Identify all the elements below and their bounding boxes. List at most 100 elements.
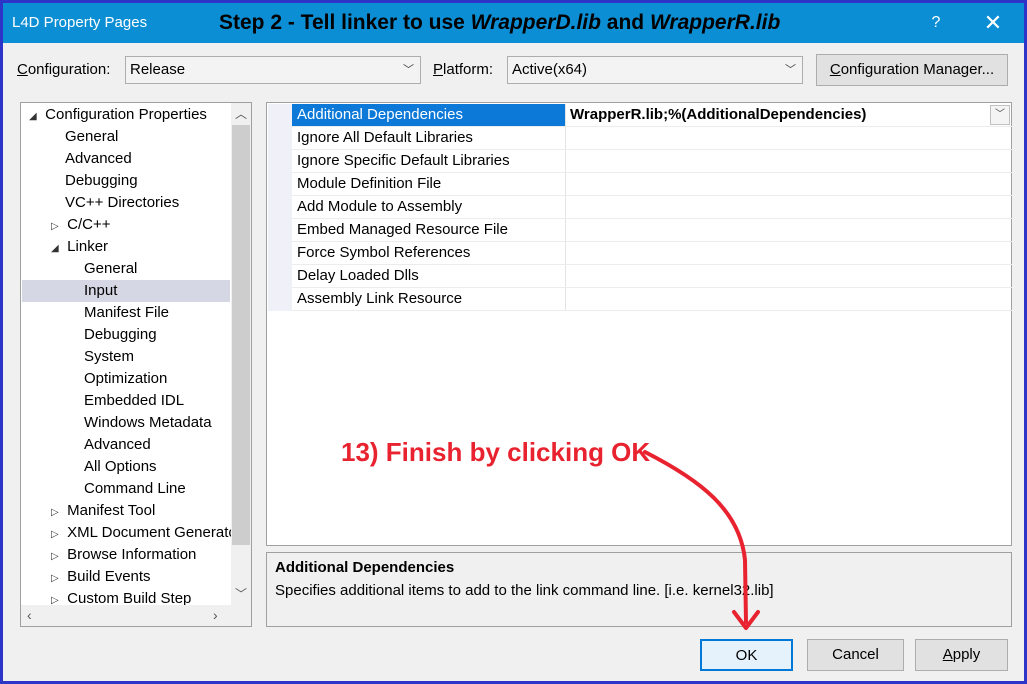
property-row[interactable]: Force Symbol References [292,242,1012,265]
tree-item-label: Command Line [84,480,186,497]
configuration-label-rest: onfiguration: [27,61,111,78]
tree-item[interactable]: Embedded IDL [84,390,184,412]
property-value[interactable]: WrapperR.lib;%(AdditionalDependencies) [570,104,866,126]
expanded-arrow-icon[interactable]: ◢ [29,106,41,128]
tree-item-label: Debugging [84,326,157,343]
tree-selection-highlight [22,280,230,302]
collapsed-arrow-icon[interactable]: ▷ [51,524,63,546]
property-name[interactable]: Add Module to Assembly [292,196,566,218]
configuration-manager-mnemonic: C [829,61,841,78]
tree-item-label: Manifest File [84,304,170,321]
property-pages-window: L4D Property Pages Step 2 - Tell linker … [0,0,1027,684]
apply-mnemonic: A [942,646,953,663]
property-tree[interactable]: ◢ Configuration Properties General Advance… [20,102,252,627]
tree-item[interactable]: Advanced [65,148,132,170]
description-panel: Additional Dependencies Specifies additi… [266,552,1012,627]
tree-item-label: System [84,348,135,365]
collapsed-arrow-icon[interactable]: ▷ [51,568,63,590]
tree-item[interactable]: ▷ Manifest Tool [51,500,155,522]
tree-item[interactable]: VC++ Directories [65,192,179,214]
configuration-manager-rest: onfiguration Manager... [840,61,995,78]
scroll-left-icon[interactable]: ‹ [27,607,32,623]
tree-item-label: Advanced [84,436,151,453]
tree-item[interactable]: ◢ Linker [51,236,108,258]
banner-lib1: WrapperD.lib [470,11,601,34]
property-row[interactable]: Ignore Specific Default Libraries [292,150,1012,173]
ok-button[interactable]: OK [700,639,793,671]
annotation-text: 13) Finish by clicking OK [341,437,651,467]
tree-item[interactable]: All Options [84,456,157,478]
property-name[interactable]: Force Symbol References [292,242,566,264]
tree-item[interactable]: System [84,346,134,368]
platform-label-mnemonic: P [433,61,444,78]
configuration-dropdown[interactable]: Release ﹀ [125,56,421,84]
tree-item-label: Configuration Properties [45,106,207,123]
expanded-arrow-icon[interactable]: ◢ [51,238,63,260]
property-grid: Additional Dependencies WrapperR.lib;%(Ad… [266,102,1012,546]
tree-item[interactable]: Manifest File [84,302,169,324]
property-name[interactable]: Embed Managed Resource File [292,219,566,241]
tree-item-label: General [65,128,119,145]
property-row[interactable]: Embed Managed Resource File [292,219,1012,242]
tree-item-label: Debugging [65,172,138,189]
collapsed-arrow-icon[interactable]: ▷ [51,216,63,238]
configuration-value: Release [130,61,186,78]
close-button[interactable]: ✕ [970,3,1016,43]
configuration-label: Configuration: [17,61,110,78]
tree-item[interactable]: ▷ XML Document Generator [51,522,242,544]
step-banner: Step 2 - Tell linker to use WrapperD.lib… [219,11,780,35]
window-title: L4D Property Pages [12,14,148,31]
property-row[interactable]: Add Module to Assembly [292,196,1012,219]
tree-item[interactable]: Windows Metadata [84,412,212,434]
tree-item[interactable]: Advanced [84,434,151,456]
chevron-down-icon[interactable]: ﹀ [990,105,1010,125]
platform-label: Platform: [433,61,493,78]
property-row[interactable]: Delay Loaded Dlls [292,265,1012,288]
grid-gutter [268,104,292,311]
tree-item[interactable]: Optimization [84,368,167,390]
title-bar: L4D Property Pages Step 2 - Tell linker … [3,3,1024,43]
chevron-down-icon: ﹀ [403,64,414,76]
tree-item-label: Input [84,282,118,299]
scroll-down-icon[interactable]: ﹀ [235,585,247,602]
tree-item-label: Windows Metadata [84,414,212,431]
collapsed-arrow-icon[interactable]: ▷ [51,546,63,568]
scroll-up-icon[interactable]: ︿ [235,105,247,122]
description-title: Additional Dependencies [275,559,455,576]
property-row[interactable]: Assembly Link Resource [292,288,1012,311]
property-row[interactable]: Ignore All Default Libraries [292,127,1012,150]
tree-item-label: Embedded IDL [84,392,185,409]
property-row[interactable]: Module Definition File [292,173,1012,196]
tree-item[interactable]: ◢ Configuration Properties [29,104,207,126]
property-row[interactable]: Additional Dependencies WrapperR.lib;%(Ad… [292,104,1012,127]
tree-item[interactable]: ▷ Browse Information [51,544,196,566]
tree-item[interactable]: ▷ C/C++ [51,214,111,236]
tree-scroll-thumb[interactable] [232,125,250,545]
tree-item[interactable]: General [65,126,118,148]
tree-item[interactable]: Command Line [84,478,186,500]
apply-button[interactable]: Apply [915,639,1008,671]
collapsed-arrow-icon[interactable]: ▷ [51,502,63,524]
property-name[interactable]: Ignore Specific Default Libraries [292,150,566,172]
chevron-down-icon: ﹀ [785,64,796,76]
banner-mid: and [600,11,650,34]
tree-item[interactable]: Input [84,280,117,302]
tree-item-label: C/C++ [67,216,111,233]
property-name[interactable]: Additional Dependencies [292,104,566,126]
help-button[interactable]: ? [913,3,959,43]
cancel-button[interactable]: Cancel [807,639,904,671]
tree-item[interactable]: ▷ Build Events [51,566,151,588]
tree-item[interactable]: Debugging [65,170,138,192]
property-name[interactable]: Ignore All Default Libraries [292,127,566,149]
property-name[interactable]: Module Definition File [292,173,566,195]
tree-item-label: Advanced [65,150,132,167]
platform-dropdown[interactable]: Active(x64) ﹀ [507,56,803,84]
tree-item-label: Build Events [67,568,151,585]
tree-item[interactable]: Debugging [84,324,157,346]
tree-item-label: XML Document Generator [67,524,242,541]
property-name[interactable]: Delay Loaded Dlls [292,265,566,287]
configuration-manager-button[interactable]: Configuration Manager... [816,54,1008,86]
scroll-right-icon[interactable]: › [213,607,218,623]
property-name[interactable]: Assembly Link Resource [292,288,566,310]
tree-item[interactable]: General [84,258,137,280]
